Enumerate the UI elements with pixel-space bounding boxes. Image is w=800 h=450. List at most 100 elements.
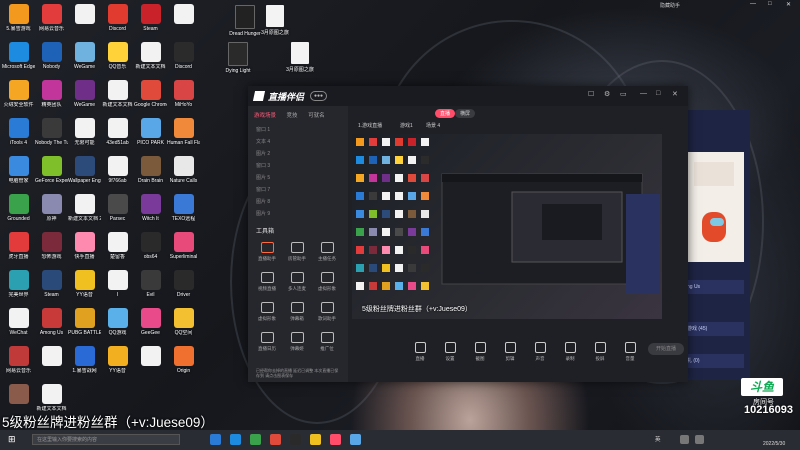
desktop-icon[interactable]: Drain Brain (134, 154, 167, 192)
desktop-icon[interactable]: 43ed51ab (101, 116, 134, 154)
desktop-icon[interactable]: 9f766ab (101, 154, 134, 192)
tool-button[interactable]: 直播助手 (252, 242, 282, 262)
desktop-icon[interactable]: WeGame (68, 40, 101, 78)
desktop-icon[interactable]: Discord (167, 40, 200, 78)
scene-source-row[interactable]: 窗口 3 (256, 162, 341, 170)
stream-preview[interactable]: 5级粉丝牌进粉丝群（+v:Juese09） (352, 134, 662, 319)
desktop-icon[interactable]: 新建文本文档 (101, 78, 134, 116)
start-live-button[interactable]: 开始直播 (648, 343, 684, 355)
desktop-file-march-trip-2[interactable]: 3月原图之旅 (280, 42, 320, 73)
desktop-icon[interactable]: 原神 (35, 192, 68, 230)
steam-icon[interactable] (290, 434, 301, 445)
desktop-icon[interactable]: Steam (35, 268, 68, 306)
desktop-icon[interactable]: 新建文本文档 20210908 (68, 192, 101, 230)
wechat-icon[interactable] (250, 434, 261, 445)
scene-tab[interactable]: 游戏1 (400, 122, 413, 129)
maximize-icon[interactable]: □ (768, 1, 772, 7)
chrome-icon[interactable] (270, 434, 281, 445)
tool-button[interactable]: 房管助手 (282, 242, 312, 262)
tab-other[interactable]: 可就名 (308, 113, 325, 119)
desktop-icon[interactable]: Human Fall Flat (167, 116, 200, 154)
tool-button[interactable]: 视频直播 (252, 272, 282, 292)
desktop-icon[interactable]: 无限可能 (68, 116, 101, 154)
desktop-icon[interactable] (35, 344, 68, 382)
qq-icon[interactable] (350, 434, 361, 445)
desktop-icon[interactable]: WeChat (2, 306, 35, 344)
desktop-icon[interactable]: I (101, 268, 134, 306)
windows-start-icon[interactable]: ⊞ (8, 434, 16, 445)
desktop-icon[interactable]: Origin (167, 344, 200, 382)
desktop-icon[interactable]: QQ音乐 (101, 40, 134, 78)
live-app-icon[interactable] (330, 434, 341, 445)
tool-button[interactable]: 虚拟形象 (312, 272, 342, 292)
desktop-icon[interactable]: MiHoYo (167, 78, 200, 116)
volume-icon[interactable] (695, 435, 704, 444)
window-gift-icon[interactable]: ☐ (588, 90, 594, 98)
scene-tab[interactable]: 场景 4 (426, 122, 440, 129)
bottom-tool-button[interactable]: 设置 (438, 342, 462, 362)
desktop-icon[interactable]: 恐怖游戏 (35, 230, 68, 268)
desktop-icon[interactable]: 电脑管家 (2, 154, 35, 192)
scene-source-row[interactable]: 图片 9 (256, 210, 341, 218)
bottom-tool-button[interactable]: 录制 (558, 342, 582, 362)
desktop-icon[interactable]: PICO PARK (134, 116, 167, 154)
desktop-icon[interactable]: Witch It (134, 192, 167, 230)
desktop-file-march-trip[interactable]: 3月原图之旅 (255, 5, 295, 36)
desktop-icon[interactable]: Driver (167, 268, 200, 306)
window-minimize-icon[interactable]: — (640, 90, 647, 97)
live-mode-button[interactable]: 直播 (435, 109, 456, 118)
desktop-icon[interactable]: obs64 (134, 230, 167, 268)
landscape-mode-button[interactable]: 横屏 (455, 109, 476, 118)
desktop-icon[interactable]: GeeGee (134, 306, 167, 344)
desktop-icon[interactable]: 火绒安全软件 (2, 78, 35, 116)
desktop-icon[interactable]: Wallpaper Engine (68, 154, 101, 192)
desktop-icon[interactable]: TEXO远程 (167, 192, 200, 230)
window-maximize-icon[interactable]: □ (656, 90, 660, 97)
taskbar-search-input[interactable]: 在这里输入你要搜索的内容 (32, 434, 180, 445)
panel-row[interactable]: 礼 (0) (684, 354, 744, 368)
desktop-file-dying-light[interactable]: Dying Light (218, 42, 258, 74)
close-icon[interactable]: ✕ (786, 1, 791, 8)
desktop-icon[interactable]: Parsec (101, 192, 134, 230)
desktop-icon[interactable]: 快手直播 (68, 230, 101, 268)
folder-icon[interactable] (310, 434, 321, 445)
desktop-icon[interactable]: PUBG BATTLEGROUNDS (68, 306, 101, 344)
bottom-tool-button[interactable]: 直播 (408, 342, 432, 362)
desktop-icon[interactable]: 精英团队 (35, 78, 68, 116)
desktop-icon[interactable]: 网易云音乐 (2, 344, 35, 382)
desktop-icon[interactable]: Nature Calls (167, 154, 200, 192)
desktop-icon[interactable] (134, 344, 167, 382)
desktop-icon[interactable]: 5.暴雪游戏 (2, 2, 35, 40)
desktop-icon[interactable] (167, 2, 200, 40)
tool-button[interactable]: 主播任务 (312, 242, 342, 262)
desktop-icon[interactable]: Grounded (2, 192, 35, 230)
desktop-icon[interactable]: Nobody (35, 40, 68, 78)
tool-button[interactable]: 直播日历 (252, 332, 282, 352)
tab-competitive[interactable]: 竞技 (287, 113, 298, 119)
desktop-icon[interactable]: 虎牙直播 (2, 230, 35, 268)
desktop-icon[interactable]: 完美世界 (2, 268, 35, 306)
scene-source-row[interactable]: 图片 8 (256, 198, 341, 206)
network-icon[interactable] (680, 435, 689, 444)
desktop-icon[interactable] (68, 2, 101, 40)
desktop-icon[interactable]: Superliminal (167, 230, 200, 268)
desktop-icon[interactable]: WeGame (68, 78, 101, 116)
window-layout-icon[interactable]: ▭ (620, 90, 627, 98)
desktop-icon[interactable]: Nobody The Turnaround (35, 116, 68, 154)
taskview-icon[interactable] (210, 434, 221, 445)
bottom-tool-button[interactable]: 剪辑 (498, 342, 522, 362)
bottom-tool-button[interactable]: 音量 (618, 342, 642, 362)
tool-button[interactable]: 弹幕姬 (282, 332, 312, 352)
desktop-icon[interactable]: Evil (134, 268, 167, 306)
desktop-icon[interactable]: 1.暴雪战网 (68, 344, 101, 382)
tool-button[interactable]: 虚拟形象 (252, 302, 282, 322)
tool-button[interactable]: 推广位 (312, 332, 342, 352)
window-settings-icon[interactable]: ⚙ (604, 90, 610, 98)
desktop-icon[interactable]: YY语音 (68, 268, 101, 306)
desktop-icon[interactable]: YY语音 (101, 344, 134, 382)
desktop-icon[interactable]: Microsoft Edge (2, 40, 35, 78)
bottom-tool-button[interactable]: 投屏 (588, 342, 612, 362)
window-close-icon[interactable]: ✕ (672, 90, 678, 98)
tab-scenes[interactable]: 游戏场景 (254, 113, 276, 119)
desktop-icon[interactable]: Google Chrome (134, 78, 167, 116)
